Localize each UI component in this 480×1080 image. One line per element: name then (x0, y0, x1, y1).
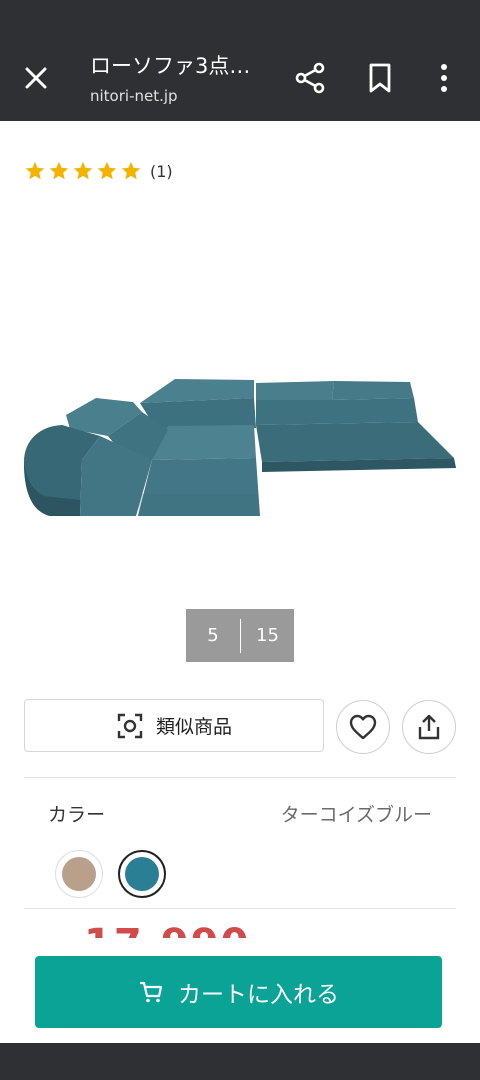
favorite-button[interactable] (336, 700, 390, 754)
color-swatch-turquoise-blue[interactable] (118, 850, 166, 898)
price: 17,990 (84, 924, 250, 938)
add-to-cart-button[interactable]: カートに入れる (35, 956, 442, 1028)
color-label: カラー (48, 804, 106, 826)
star-rating (24, 160, 142, 182)
star-icon (97, 161, 117, 180)
divider (24, 777, 456, 778)
close-icon[interactable] (18, 60, 54, 96)
bookmark-icon[interactable] (364, 60, 396, 96)
share-icon[interactable] (292, 60, 328, 96)
more-options-icon[interactable] (432, 60, 456, 96)
selected-color: ターコイズブルー (280, 804, 432, 826)
similar-items-button[interactable]: 類似商品 (24, 699, 324, 752)
product-image[interactable] (0, 200, 480, 600)
rating[interactable]: (1) (24, 160, 173, 182)
visual-search-icon (117, 713, 143, 738)
heart-icon (349, 714, 377, 740)
image-counter: 5 15 (186, 609, 294, 662)
color-swatch-beige[interactable] (55, 850, 103, 898)
image-index: 5 (207, 625, 219, 646)
divider (24, 908, 456, 909)
image-total: 15 (256, 625, 279, 646)
star-icon (121, 161, 141, 180)
navigation-bar (0, 1043, 480, 1080)
star-icon (73, 161, 93, 180)
swatch-dot (125, 857, 159, 891)
star-icon (49, 161, 69, 180)
swatch-dot (62, 857, 96, 891)
star-icon (25, 161, 45, 180)
cart-icon (140, 981, 163, 1003)
review-count: (1) (150, 161, 173, 181)
page-title: ローソファ3点… (90, 54, 251, 78)
custom-tab-toolbar: ローソファ3点… nitori-net.jp (0, 0, 480, 121)
similar-items-label: 類似商品 (155, 716, 232, 738)
add-to-cart-label: カートに入れる (178, 982, 339, 1008)
upload-share-icon (418, 714, 440, 740)
page-url: nitori-net.jp (90, 87, 178, 105)
share-button[interactable] (402, 700, 456, 754)
